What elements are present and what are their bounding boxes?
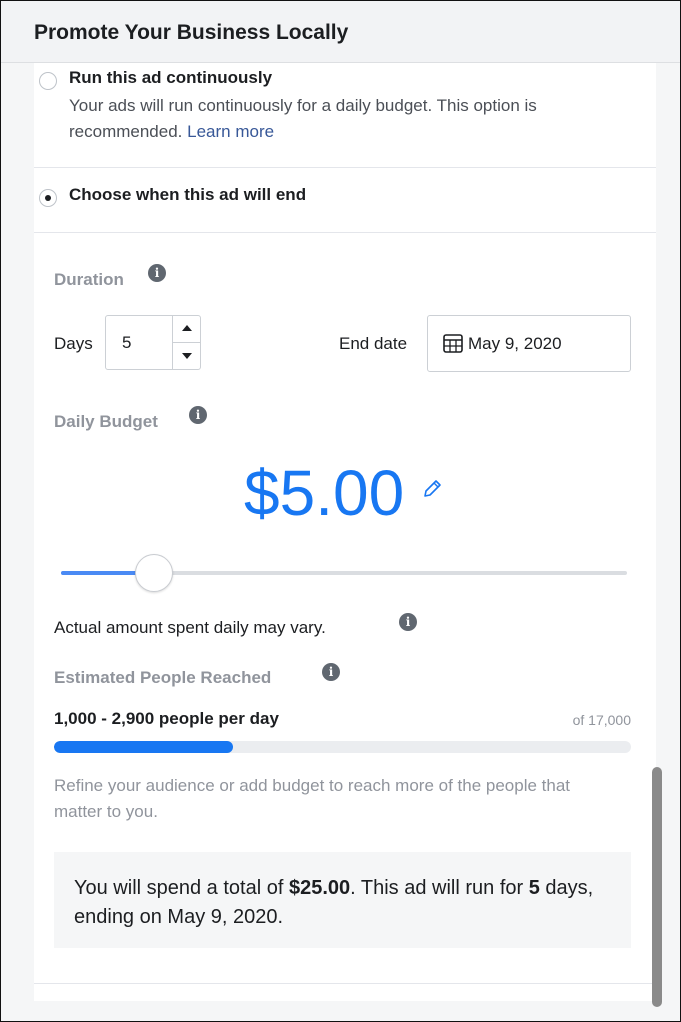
summary-text: You will spend a total of $25.00. This a… — [74, 874, 604, 932]
end-date-picker[interactable]: May 9, 2020 — [427, 315, 631, 372]
radio-run-continuously[interactable] — [39, 72, 57, 90]
scrollbar-thumb[interactable] — [652, 767, 662, 1007]
chevron-down-icon — [182, 353, 192, 359]
days-label: Days — [54, 334, 93, 353]
reach-progress-fill — [54, 741, 233, 753]
reach-progress-bar — [54, 741, 631, 753]
radio-choose-end[interactable] — [39, 189, 57, 207]
end-date-value: May 9, 2020 — [468, 334, 562, 353]
summary-days: 5 — [528, 877, 540, 899]
promote-dialog: Promote Your Business Locally Run this a… — [0, 0, 681, 1022]
budget-amount: $5.00 — [244, 457, 405, 529]
summary-total: $25.00 — [288, 877, 351, 899]
decrement-button[interactable] — [173, 343, 201, 369]
info-icon[interactable]: i — [322, 663, 340, 681]
pencil-icon[interactable] — [421, 478, 443, 500]
duration-label: Duration — [54, 270, 124, 289]
divider — [34, 232, 656, 233]
daily-budget-label: Daily Budget — [54, 412, 158, 431]
days-stepper[interactable]: 5 — [105, 315, 201, 370]
summary-middle: . This ad will run for — [350, 877, 529, 899]
dialog-header: Promote Your Business Locally — [1, 1, 680, 63]
continuous-description-text: Your ads will run continuously for a dai… — [69, 96, 537, 141]
dialog-title: Promote Your Business Locally — [34, 21, 349, 44]
info-icon[interactable]: i — [399, 613, 417, 631]
budget-slider-handle[interactable] — [135, 554, 173, 592]
days-input[interactable]: 5 — [122, 333, 131, 353]
estimated-reach-label: Estimated People Reached — [54, 668, 272, 687]
spend-note: Actual amount spent daily may vary. — [54, 618, 326, 637]
refine-hint: Refine your audience or add budget to re… — [54, 776, 571, 821]
calendar-icon — [443, 334, 463, 353]
option-choose-end-label[interactable]: Choose when this ad will end — [69, 185, 306, 205]
chevron-up-icon — [182, 325, 192, 331]
info-icon[interactable]: i — [189, 406, 207, 424]
summary-prefix: You will spend a total of — [74, 877, 289, 899]
stepper-controls — [172, 316, 201, 369]
footer-area — [34, 1001, 656, 1021]
reach-range: 1,000 - 2,900 people per day — [54, 709, 279, 728]
divider — [34, 983, 656, 984]
option-run-continuously-description: Your ads will run continuously for a dai… — [69, 93, 654, 145]
spend-summary: You will spend a total of $25.00. This a… — [54, 852, 631, 948]
learn-more-link[interactable]: Learn more — [187, 122, 274, 141]
increment-button[interactable] — [173, 316, 201, 343]
end-date-label: End date — [339, 334, 408, 353]
option-run-continuously-label[interactable]: Run this ad continuously — [69, 68, 272, 88]
reach-total: of 17,000 — [572, 712, 631, 728]
info-icon[interactable]: i — [148, 264, 166, 282]
divider — [34, 167, 656, 168]
